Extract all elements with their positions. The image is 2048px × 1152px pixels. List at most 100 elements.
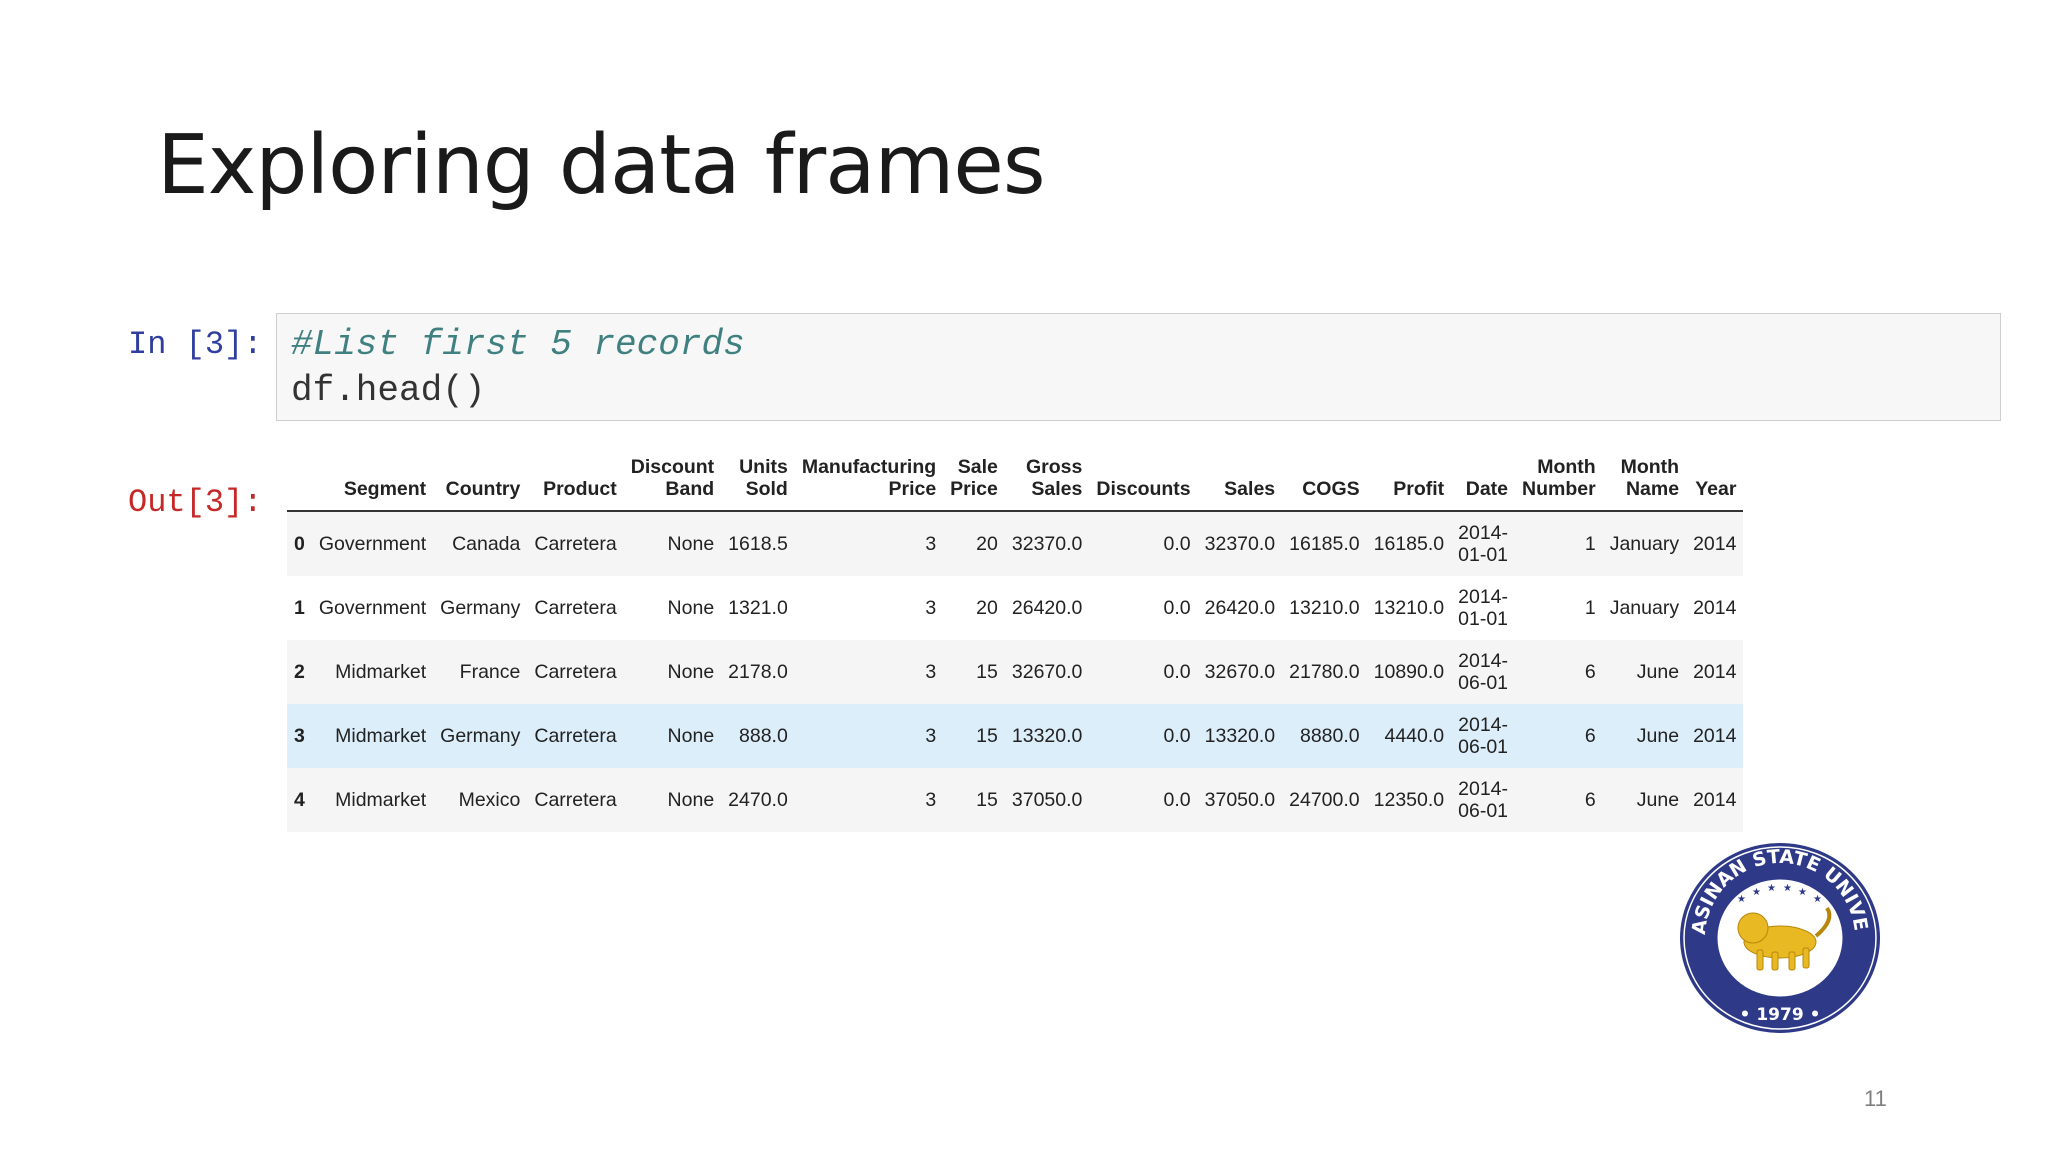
column-header: Discounts [1096,478,1191,500]
table-cell: 3 [925,724,937,747]
column-header: Discount Band [630,456,715,500]
table-cell: 24700.0 [1289,788,1360,811]
table-cell: 2178.0 [728,660,788,683]
column-header: Country [445,478,521,500]
table-cell: 1618.5 [728,532,788,555]
table-cell: Carretera [534,596,617,619]
slide-title: Exploring data frames [157,118,1046,213]
table-cell: 26420.0 [1204,596,1276,619]
table-cell: 13210.0 [1373,596,1445,619]
table-cell: Germany [440,724,521,747]
row-index: 3 [294,724,305,747]
row-index: 0 [294,532,305,555]
column-header: Year [1695,478,1737,500]
column-header: COGS [1302,478,1360,500]
code-cell[interactable]: #List first 5 records df.head() [276,313,2001,421]
table-cell: 2014 [1693,532,1737,555]
table-cell: 32370.0 [1011,532,1083,555]
input-prompt: In [3]: [128,326,263,363]
table-cell: 6 [1584,788,1596,811]
table-cell: 12350.0 [1373,788,1445,811]
table-cell: 2470.0 [728,788,788,811]
svg-text:★: ★ [1798,887,1807,898]
table-cell: 0.0 [1163,724,1191,747]
table-cell: January [1609,532,1680,555]
table-row: 3 Midmarket Germany Carretera None 888.0 3 15 13… [287,704,1744,768]
table-cell: 32670.0 [1011,660,1083,683]
table-cell: 1 [1584,532,1596,555]
table-cell: 37050.0 [1204,788,1276,811]
table-cell: 3 [925,660,937,683]
svg-text:• 1979 •: • 1979 • [1740,1005,1821,1025]
table-cell: June [1636,660,1680,683]
table-cell: 8880.0 [1299,724,1360,747]
svg-text:★: ★ [1767,883,1776,894]
table-cell: 2014 [1693,724,1737,747]
table-cell: 26420.0 [1011,596,1083,619]
table-cell: 13320.0 [1204,724,1276,747]
table-cell: 20 [976,532,998,555]
table-cell: None [667,660,715,683]
table-cell: None [667,596,715,619]
table-row: 1 Government Germany Carretera None 1321.0 3 20… [287,576,1743,640]
column-header: Month Number [1522,456,1596,500]
table-cell: Germany [440,596,521,619]
table-cell: 21780.0 [1289,660,1360,683]
table-cell: 1321.0 [728,596,788,619]
table-cell: 0.0 [1163,660,1191,683]
table-cell: June [1636,724,1680,747]
column-header: Units Sold [739,456,788,500]
table-cell: Midmarket [335,660,427,683]
table-cell: 16185.0 [1289,532,1360,555]
table-cell: 1 [1584,596,1596,619]
table-row: 4 Midmarket Mexico Carretera None 2470.0 3 15 37… [287,768,1744,832]
table-cell: Canada [452,532,521,555]
table-cell: 16185.0 [1373,532,1445,555]
page-number: 11 [1864,1086,1887,1111]
row-index: 1 [294,596,305,619]
svg-text:★: ★ [1813,894,1822,905]
table-body: 0 Government Canada Carretera None 1618.5 3 20 3… [287,511,1744,832]
table-cell: Carretera [534,724,617,747]
table-row: 2 Midmarket France Carretera None 2178.0 3 15 32… [287,640,1744,704]
table-cell: 10890.0 [1373,660,1445,683]
table-cell: January [1609,596,1680,619]
column-header: Sale Price [950,456,998,500]
table-cell: 2014- 06-01 [1458,650,1509,694]
university-seal-logo: PANGASINAN STATE UNIVERSITY PILIPINAS ★★… [1677,840,1880,1033]
svg-text:★: ★ [1783,883,1792,894]
table-cell: 4440.0 [1384,724,1445,747]
table-cell: 2014 [1693,660,1737,683]
output-prompt: Out[3]: [128,484,263,521]
table-cell: Midmarket [335,788,427,811]
table-cell: None [667,532,715,555]
column-header: Month Name [1620,456,1680,500]
dataframe-table: Segment Country Product Discount Band Units So… [287,452,1744,832]
table-header-row: Segment Country Product Discount Band Units So… [287,452,1744,511]
table-cell: 2014- 01-01 [1458,522,1509,566]
table-cell: 15 [976,788,998,811]
table-cell: 2014 [1693,788,1737,811]
column-header: Date [1465,478,1509,500]
table-cell: 3 [925,596,937,619]
column-header [287,452,312,511]
table-cell: 37050.0 [1011,788,1083,811]
table-cell: 2014 [1693,596,1737,619]
code-line: df.head() [291,370,486,411]
table-cell: 20 [976,596,998,619]
table-cell: 2014- 01-01 [1458,586,1509,630]
table-cell: 0.0 [1163,788,1191,811]
table-cell: None [667,724,715,747]
table-cell: Carretera [534,788,617,811]
row-index: 2 [294,660,305,683]
column-header: Profit [1393,478,1445,500]
table-cell: June [1636,788,1680,811]
table-cell: 6 [1584,724,1596,747]
table-cell: 888.0 [739,724,788,747]
column-header: Segment [343,478,427,500]
table-cell: Government [318,596,427,619]
svg-text:★: ★ [1737,894,1746,905]
column-header: Gross Sales [1026,456,1083,500]
table-cell: France [459,660,521,683]
table-row: 0 Government Canada Carretera None 1618.5 3 20 3… [287,511,1744,576]
